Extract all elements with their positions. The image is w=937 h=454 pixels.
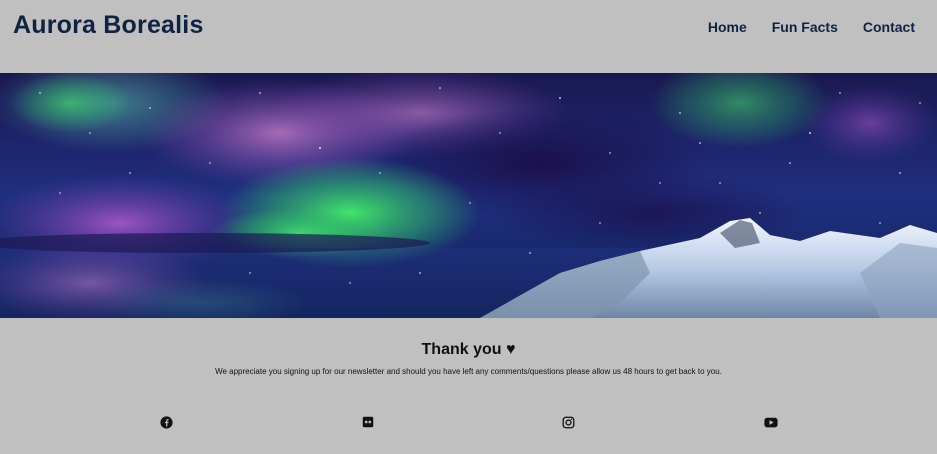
thank-you-section: Thank you ♥ We appreciate you signing up… (0, 341, 937, 376)
site-logo-title[interactable]: Aurora Borealis (13, 11, 204, 40)
flickr-icon[interactable] (361, 415, 375, 429)
nav-home-link[interactable]: Home (708, 19, 747, 35)
nav-contact-link[interactable]: Contact (863, 19, 915, 35)
thank-you-heading: Thank you ♥ (421, 341, 516, 358)
hero-banner-image (0, 73, 937, 318)
social-links (0, 415, 937, 431)
main-nav: Home Fun Facts Contact (708, 19, 915, 35)
thank-you-message: We appreciate you signing up for our new… (215, 367, 722, 376)
aurora-mountain-image (0, 73, 937, 318)
youtube-icon[interactable] (764, 415, 778, 429)
instagram-icon[interactable] (561, 415, 575, 429)
site-header: Aurora Borealis Home Fun Facts Contact (0, 0, 937, 73)
facebook-icon[interactable] (159, 415, 173, 429)
nav-fun-facts-link[interactable]: Fun Facts (772, 19, 838, 35)
